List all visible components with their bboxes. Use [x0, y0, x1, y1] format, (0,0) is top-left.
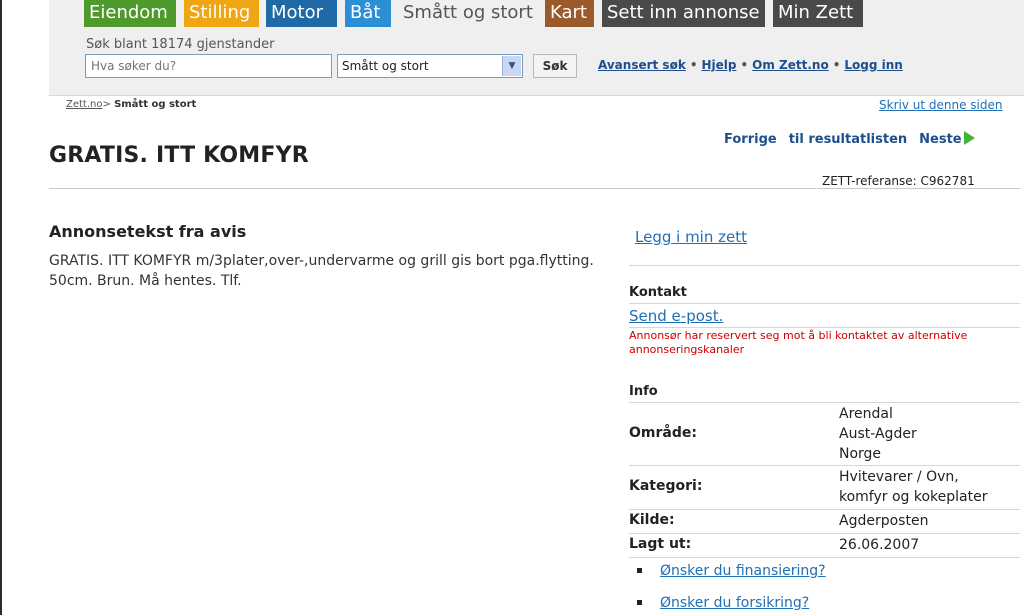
divider [629, 402, 1020, 403]
posted-label: Lagt ut: [629, 536, 692, 552]
source-label: Kilde: [629, 512, 675, 528]
tab-sett-inn-annonse[interactable]: Sett inn annonse [602, 0, 765, 27]
top-links: Avansert søk • Hjelp • Om Zett.no • Logg inn [598, 58, 903, 72]
breadcrumb-current: Smått og stort [114, 99, 197, 110]
financing-link-item: Ønsker du finansiering? [629, 563, 826, 579]
tab-smaatt-og-stort[interactable]: Smått og stort [398, 0, 536, 27]
category-value-line1: Hvitevarer / Ovn, [839, 469, 959, 485]
bullet-icon [637, 567, 642, 573]
category-select[interactable]: Smått og stort ▼ [337, 54, 523, 78]
link-separator: • [740, 58, 749, 72]
breadcrumb: Zett.no> Smått og stort [66, 99, 196, 110]
window-frame-edge [0, 0, 2, 615]
category-value: Hvitevarer / Ovn, komfyr og kokeplater [839, 467, 988, 507]
divider [629, 327, 1020, 328]
breadcrumb-separator: > [102, 99, 111, 110]
page-title: GRATIS. ITT KOMFYR [49, 143, 309, 168]
insurance-link[interactable]: Ønsker du forsikring? [660, 595, 809, 611]
result-navigation: Forrige til resultatlisten Neste [724, 131, 975, 147]
tab-eiendom[interactable]: Eiendom [84, 0, 176, 27]
divider [629, 557, 1020, 558]
category-value-line2: komfyr og kokeplater [839, 489, 988, 505]
link-separator: • [832, 58, 841, 72]
previous-link[interactable]: Forrige [724, 132, 777, 147]
link-separator: • [689, 58, 698, 72]
area-country: Norge [839, 446, 882, 462]
divider [629, 509, 1020, 510]
advanced-search-link[interactable]: Avansert søk [598, 58, 686, 72]
area-label: Område: [629, 425, 697, 441]
area-city: Arendal [839, 406, 893, 422]
tab-baat[interactable]: Båt [345, 0, 391, 27]
divider [629, 465, 1020, 466]
contact-notice: Annonsør har reservert seg mot å bli kon… [629, 329, 968, 356]
about-link[interactable]: Om Zett.no [752, 58, 829, 72]
tab-min-zett[interactable]: Min Zett [773, 0, 863, 27]
login-link[interactable]: Logg inn [844, 58, 902, 72]
next-link[interactable]: Neste [919, 132, 961, 147]
category-label: Kategori: [629, 478, 703, 494]
help-link[interactable]: Hjelp [701, 58, 736, 72]
divider [629, 265, 1020, 266]
results-list-link[interactable]: til resultatlisten [789, 132, 907, 147]
posted-value: 26.06.2007 [839, 537, 920, 553]
print-page-link[interactable]: Skriv ut denne siden [879, 98, 1002, 112]
bullet-icon [637, 599, 642, 605]
title-divider [49, 188, 1020, 189]
breadcrumb-home-link[interactable]: Zett.no [66, 99, 102, 110]
insurance-link-item: Ønsker du forsikring? [629, 595, 809, 611]
ad-text: GRATIS. ITT KOMFYR m/3plater,over-,under… [49, 253, 594, 289]
source-value: Agderposten [839, 513, 929, 529]
contact-title: Kontakt [629, 285, 687, 300]
arrow-right-icon[interactable] [963, 131, 975, 145]
area-county: Aust-Agder [839, 426, 917, 442]
divider [629, 303, 1020, 304]
tab-kart[interactable]: Kart [545, 0, 594, 27]
info-title: Info [629, 384, 658, 399]
area-value: Arendal Aust-Agder Norge [839, 404, 917, 464]
search-input[interactable] [85, 54, 332, 78]
category-select-value: Smått og stort [342, 59, 429, 73]
financing-link[interactable]: Ønsker du finansiering? [660, 563, 826, 579]
site-header: Eiendom Stilling Motor Båt Smått og stor… [49, 0, 1024, 96]
zett-reference: ZETT-referanse: C962781 [822, 174, 975, 188]
tab-motor[interactable]: Motor [266, 0, 337, 27]
divider [629, 533, 1020, 534]
tab-stilling[interactable]: Stilling [184, 0, 259, 27]
search-count-label: Søk blant 18174 gjenstander [86, 37, 275, 52]
chevron-down-icon[interactable]: ▼ [502, 56, 521, 76]
ad-text-heading: Annonsetekst fra avis [49, 222, 247, 241]
send-email-link[interactable]: Send e-post. [629, 307, 723, 325]
search-button[interactable]: Søk [533, 54, 577, 78]
save-to-my-zett-link[interactable]: Legg i min zett [635, 228, 747, 246]
